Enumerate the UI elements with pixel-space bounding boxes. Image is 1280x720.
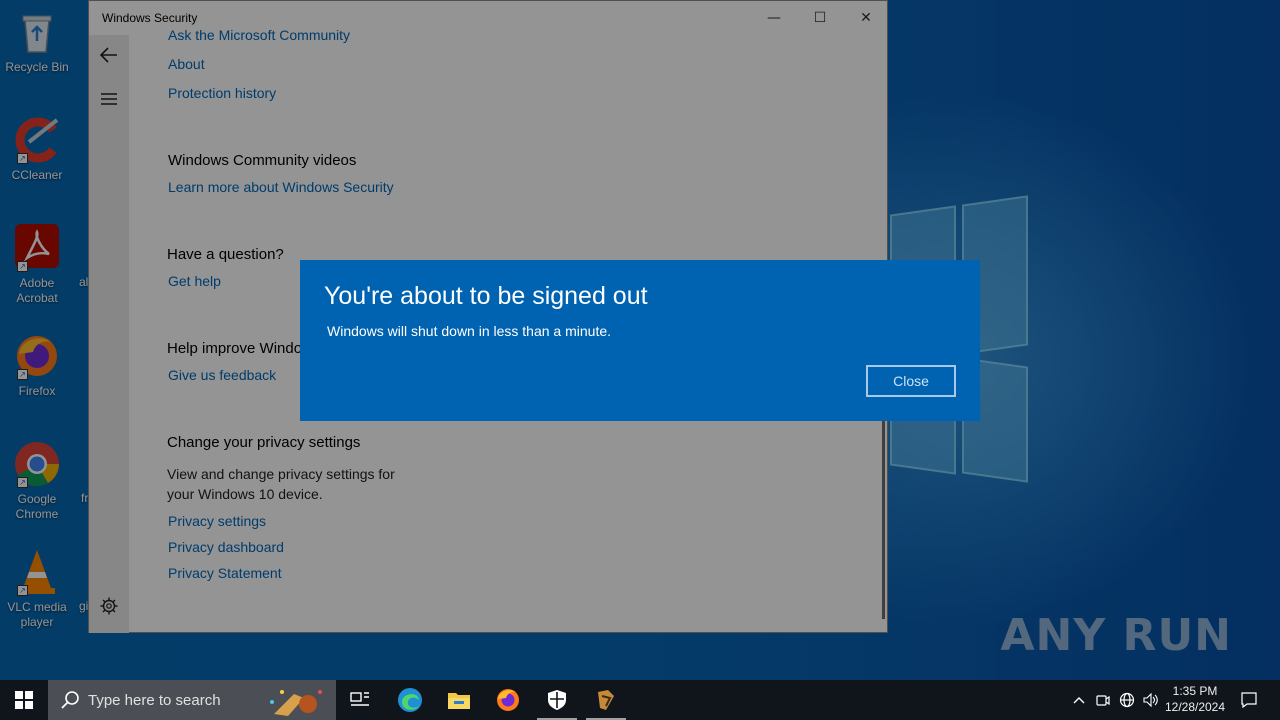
taskbar: Type here to search 1:35 PM 12/28/2024: [0, 680, 1280, 720]
start-button[interactable]: [0, 680, 48, 720]
sign-out-dialog: You're about to be signed out Windows wi…: [300, 260, 980, 421]
taskbar-windows-security[interactable]: [533, 680, 581, 720]
firefox-icon: [497, 689, 519, 711]
dialog-title: You're about to be signed out: [324, 282, 648, 310]
taskbar-firefox[interactable]: [484, 680, 532, 720]
edge-icon: [398, 688, 422, 712]
windows-start-icon: [15, 691, 33, 709]
taskbar-file-explorer[interactable]: [435, 680, 483, 720]
clock-time: 1:35 PM: [1172, 684, 1218, 698]
app-icon: [598, 690, 614, 710]
dialog-message: Windows will shut down in less than a mi…: [327, 323, 612, 339]
task-view-button[interactable]: [336, 680, 384, 720]
taskbar-search-box[interactable]: Type here to search: [48, 680, 336, 720]
taskbar-app[interactable]: [582, 680, 630, 720]
meet-now-icon: [1096, 695, 1110, 706]
task-view-icon: [350, 692, 369, 706]
windows-security-icon: [548, 690, 566, 710]
volume-icon: [1143, 693, 1158, 707]
tray-meet-now[interactable]: [1092, 680, 1114, 720]
tray-network[interactable]: [1116, 680, 1138, 720]
network-globe-icon: [1119, 692, 1135, 708]
search-icon: [61, 691, 79, 709]
search-highlight-icon: [270, 690, 322, 716]
dialog-close-button[interactable]: Close: [866, 365, 956, 397]
show-hidden-icons-button[interactable]: [1068, 680, 1090, 720]
chevron-up-icon: [1073, 697, 1085, 704]
taskbar-clock[interactable]: 1:35 PM 12/28/2024: [1158, 683, 1232, 715]
notification-icon: [1241, 692, 1257, 708]
file-explorer-icon: [448, 693, 470, 709]
search-placeholder: Type here to search: [88, 691, 221, 709]
taskbar-edge[interactable]: [386, 680, 434, 720]
clock-date: 12/28/2024: [1164, 700, 1226, 714]
action-center-button[interactable]: [1234, 680, 1264, 720]
